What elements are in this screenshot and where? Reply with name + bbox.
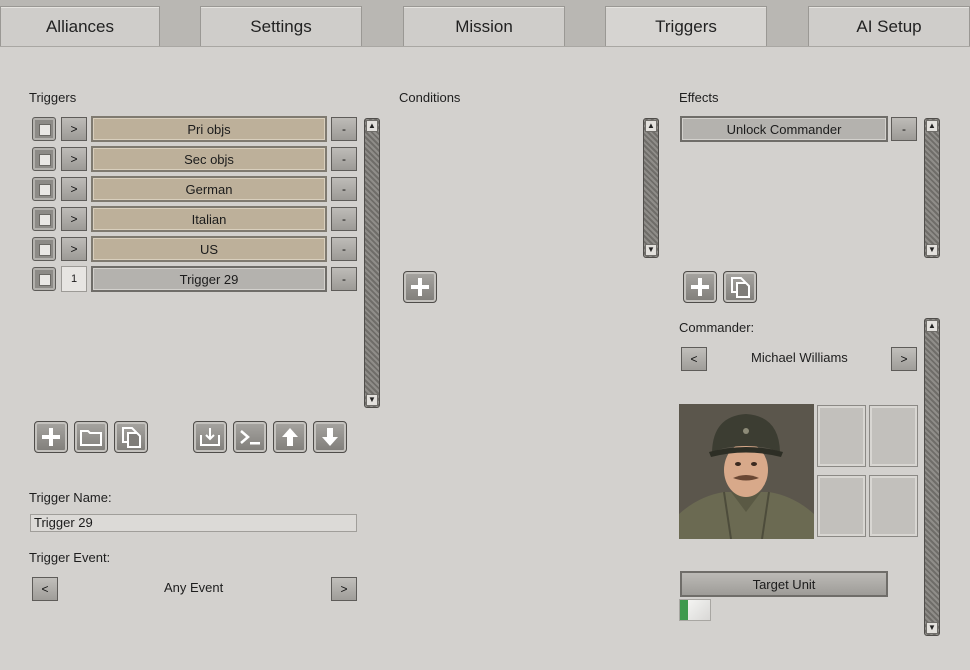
trigger-row-selected[interactable]: Trigger 29: [91, 266, 327, 292]
scroll-down-icon[interactable]: ▼: [366, 394, 378, 406]
move-down-button[interactable]: [313, 421, 347, 453]
expand-button[interactable]: >: [61, 117, 87, 141]
expand-button[interactable]: >: [61, 147, 87, 171]
copy-icon: [122, 427, 141, 448]
trigger-name-field[interactable]: Trigger 29: [30, 514, 357, 532]
commander-scrollbar[interactable]: ▲ ▼: [924, 318, 940, 636]
expand-button[interactable]: >: [61, 177, 87, 201]
soldier-portrait-image: [679, 404, 814, 539]
tab-bar: Alliances Settings Mission Triggers AI S…: [0, 0, 970, 47]
triggers-scrollbar[interactable]: ▲ ▼: [364, 118, 380, 408]
trigger-name-label: Trigger Name:: [29, 490, 112, 505]
trigger-checkbox[interactable]: [32, 177, 56, 201]
tab-label: Triggers: [655, 17, 717, 36]
trigger-index: 1: [61, 266, 87, 292]
target-unit-button[interactable]: Target Unit: [680, 571, 888, 597]
trigger-checkbox[interactable]: [32, 237, 56, 261]
target-unit-progress: [679, 599, 711, 621]
scroll-up-icon[interactable]: ▲: [645, 120, 657, 132]
trigger-folder-row[interactable]: Sec objs: [91, 146, 327, 172]
trigger-checkbox[interactable]: [32, 207, 56, 231]
trigger-folder-row[interactable]: Italian: [91, 206, 327, 232]
trigger-checkbox[interactable]: [32, 117, 56, 141]
arrow-up-icon: [282, 428, 298, 446]
tab-triggers[interactable]: Triggers: [605, 6, 767, 47]
remove-button[interactable]: -: [331, 117, 357, 141]
effects-scrollbar[interactable]: ▲ ▼: [924, 118, 940, 258]
trigger-folder-row[interactable]: German: [91, 176, 327, 202]
event-prev-button[interactable]: <: [32, 577, 58, 601]
import-icon: [200, 428, 220, 446]
tab-label: AI Setup: [856, 16, 922, 36]
add-effect-button[interactable]: [683, 271, 717, 303]
add-folder-button[interactable]: [74, 421, 108, 453]
event-next-button[interactable]: >: [331, 577, 357, 601]
tab-alliances[interactable]: Alliances: [0, 6, 160, 46]
tab-ai-setup[interactable]: AI Setup: [808, 6, 970, 46]
effect-row[interactable]: Unlock Commander: [680, 116, 888, 142]
conditions-heading: Conditions: [399, 90, 461, 105]
commander-prev-button[interactable]: <: [681, 347, 707, 371]
console-icon: [240, 430, 260, 445]
scroll-up-icon[interactable]: ▲: [366, 120, 378, 132]
remove-button[interactable]: -: [331, 207, 357, 231]
import-button[interactable]: [193, 421, 227, 453]
tab-mission[interactable]: Mission: [403, 6, 565, 46]
trigger-event-label: Trigger Event:: [29, 550, 111, 565]
add-icon: [42, 428, 60, 446]
expand-button[interactable]: >: [61, 207, 87, 231]
tab-label: Settings: [250, 16, 312, 36]
inventory-slot[interactable]: [869, 405, 918, 467]
copy-icon: [731, 277, 750, 298]
copy-effect-button[interactable]: [723, 271, 757, 303]
remove-effect-button[interactable]: -: [891, 117, 917, 141]
tab-label: Alliances: [45, 16, 115, 36]
tab-label: Mission: [455, 16, 513, 36]
inventory-slot[interactable]: [817, 405, 866, 467]
add-icon: [411, 278, 429, 296]
effects-heading: Effects: [679, 90, 719, 105]
commander-next-button[interactable]: >: [891, 347, 917, 371]
arrow-down-icon: [322, 428, 338, 446]
folder-icon: [80, 430, 102, 446]
trigger-event-value: Any Event: [164, 580, 224, 595]
conditions-scrollbar[interactable]: ▲ ▼: [643, 118, 659, 258]
console-button[interactable]: [233, 421, 267, 453]
inventory-slot[interactable]: [817, 475, 866, 537]
copy-trigger-button[interactable]: [114, 421, 148, 453]
commander-portrait: [679, 404, 814, 539]
trigger-folder-row[interactable]: US: [91, 236, 327, 262]
commander-name: Michael Williams: [751, 350, 848, 365]
trigger-checkbox[interactable]: [32, 267, 56, 291]
scroll-up-icon[interactable]: ▲: [926, 120, 938, 132]
progress-fill: [680, 600, 688, 620]
scroll-down-icon[interactable]: ▼: [926, 244, 938, 256]
progress-remaining: [687, 600, 710, 620]
inventory-slot[interactable]: [869, 475, 918, 537]
triggers-heading: Triggers: [29, 90, 77, 105]
remove-button[interactable]: -: [331, 267, 357, 291]
add-icon: [691, 278, 709, 296]
move-up-button[interactable]: [273, 421, 307, 453]
commander-label: Commander:: [679, 320, 755, 335]
expand-button[interactable]: >: [61, 237, 87, 261]
trigger-folder-row[interactable]: Pri objs: [91, 116, 327, 142]
remove-button[interactable]: -: [331, 237, 357, 261]
scroll-down-icon[interactable]: ▼: [926, 622, 938, 634]
remove-button[interactable]: -: [331, 147, 357, 171]
tab-settings[interactable]: Settings: [200, 6, 362, 46]
add-condition-button[interactable]: [403, 271, 437, 303]
add-trigger-button[interactable]: [34, 421, 68, 453]
scroll-down-icon[interactable]: ▼: [645, 244, 657, 256]
scroll-up-icon[interactable]: ▲: [926, 320, 938, 332]
trigger-checkbox[interactable]: [32, 147, 56, 171]
remove-button[interactable]: -: [331, 177, 357, 201]
